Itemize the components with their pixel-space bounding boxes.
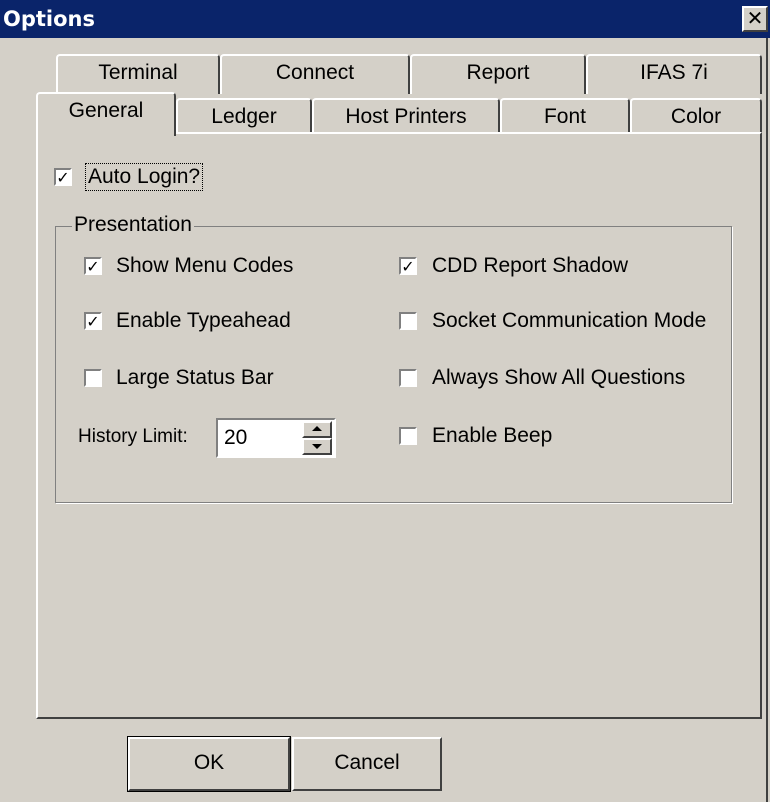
history-limit-spinner[interactable]: 20 bbox=[216, 418, 336, 458]
history-limit-label: History Limit: bbox=[78, 426, 188, 447]
socket-communication-mode-checkbox[interactable] bbox=[399, 312, 417, 330]
always-show-all-questions-label[interactable]: Always Show All Questions bbox=[432, 365, 685, 391]
auto-login-label[interactable]: Auto Login? bbox=[84, 163, 204, 191]
show-menu-codes-checkbox[interactable]: ✓ bbox=[84, 257, 102, 275]
checkmark-icon: ✓ bbox=[401, 257, 415, 276]
history-limit-value[interactable]: 20 bbox=[224, 424, 247, 452]
enable-beep-label[interactable]: Enable Beep bbox=[432, 423, 552, 449]
presentation-legend: Presentation bbox=[72, 212, 194, 238]
spin-up-button[interactable] bbox=[302, 421, 332, 438]
arrow-down-icon bbox=[312, 444, 322, 449]
checkmark-icon: ✓ bbox=[86, 312, 100, 331]
large-status-bar-checkbox[interactable] bbox=[84, 369, 102, 387]
show-menu-codes-label[interactable]: Show Menu Codes bbox=[116, 253, 293, 279]
cdd-report-shadow-checkbox[interactable]: ✓ bbox=[399, 257, 417, 275]
auto-login-checkbox[interactable]: ✓ bbox=[54, 168, 72, 186]
socket-communication-mode-label[interactable]: Socket Communication Mode bbox=[432, 308, 706, 334]
arrow-up-icon bbox=[312, 426, 322, 431]
spin-down-button[interactable] bbox=[302, 438, 332, 455]
always-show-all-questions-checkbox[interactable] bbox=[399, 369, 417, 387]
cdd-report-shadow-label[interactable]: CDD Report Shadow bbox=[432, 253, 628, 279]
checkmark-icon: ✓ bbox=[56, 168, 70, 187]
enable-typeahead-label[interactable]: Enable Typeahead bbox=[116, 308, 291, 334]
large-status-bar-label[interactable]: Large Status Bar bbox=[116, 365, 274, 391]
enable-typeahead-checkbox[interactable]: ✓ bbox=[84, 312, 102, 330]
checkmark-icon: ✓ bbox=[86, 257, 100, 276]
general-tab-content: ✓ Auto Login? Presentation ✓ Show Menu C… bbox=[0, 0, 770, 802]
enable-beep-checkbox[interactable] bbox=[399, 427, 417, 445]
options-dialog: Options ✕ Terminal Connect Report IFAS 7… bbox=[0, 0, 770, 802]
